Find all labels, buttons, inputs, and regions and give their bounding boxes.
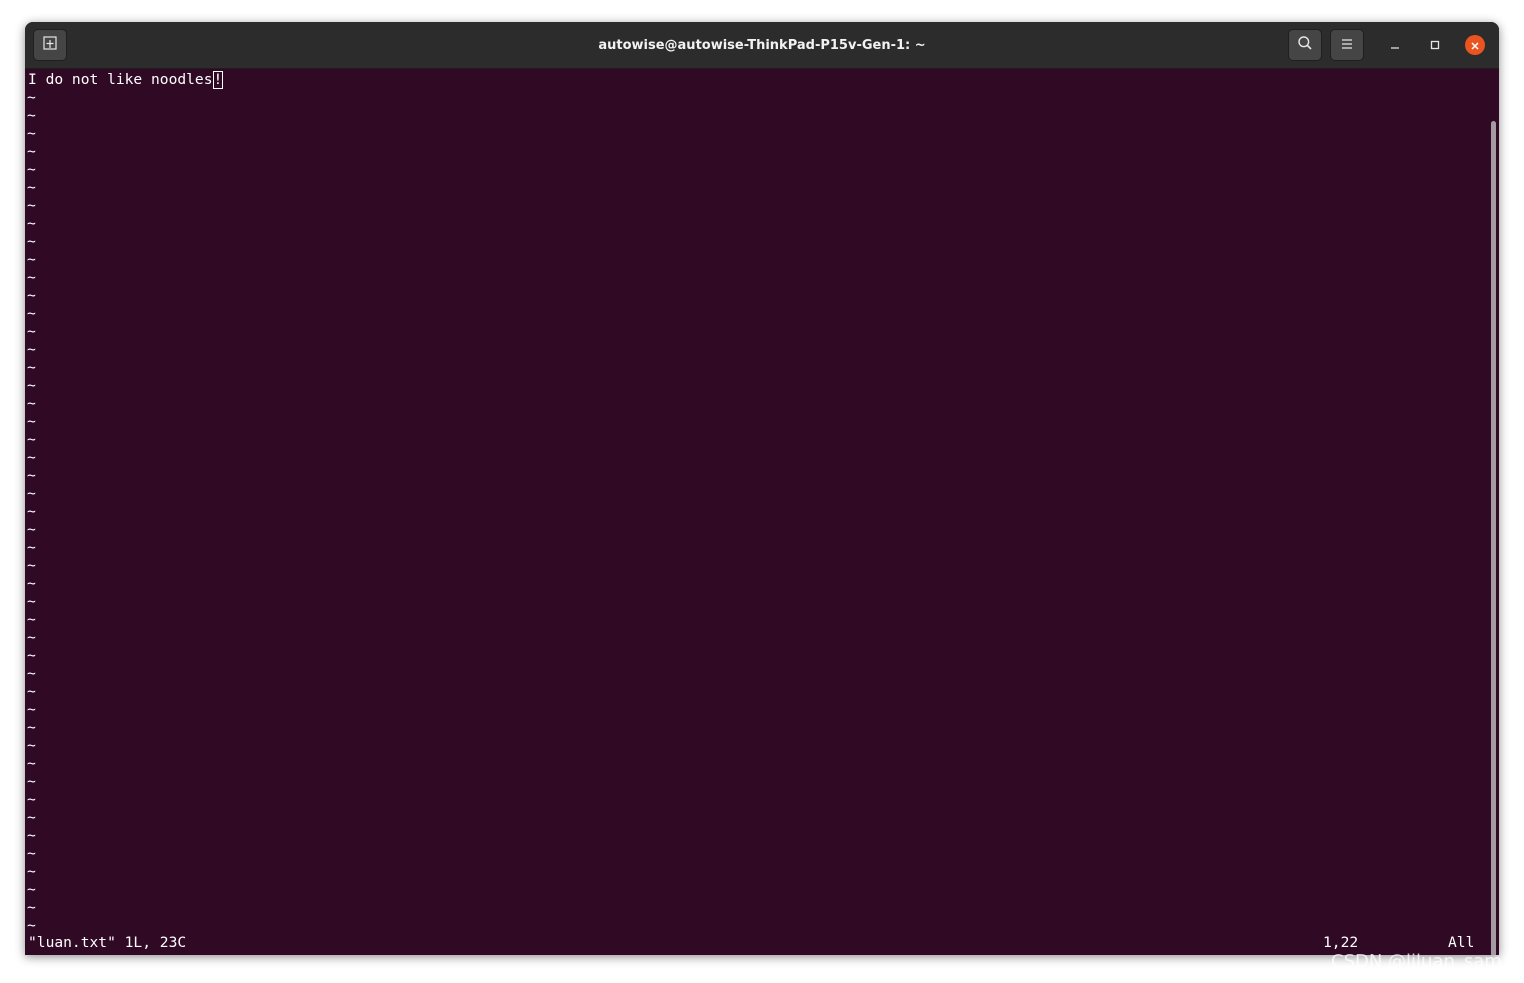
empty-line-marker: ~: [27, 215, 36, 232]
empty-line-marker: ~: [27, 431, 36, 448]
minimize-icon: [1389, 36, 1401, 55]
text-cursor: !: [212, 71, 224, 89]
empty-line-marker: ~: [27, 179, 36, 196]
terminal-window: autowise@autowise-ThinkPad-P15v-Gen-1: ~: [25, 22, 1499, 955]
empty-line-marker: ~: [27, 701, 36, 718]
empty-line-marker: ~: [27, 683, 36, 700]
empty-line-marker: ~: [27, 161, 36, 178]
empty-line-marker: ~: [27, 413, 36, 430]
search-icon: [1297, 35, 1313, 55]
empty-line-marker: ~: [27, 773, 36, 790]
editor-line-text: I do not like noodles: [28, 71, 213, 88]
empty-line-marker: ~: [27, 449, 36, 466]
empty-line-marker: ~: [27, 863, 36, 880]
empty-line-marker: ~: [27, 377, 36, 394]
empty-line-marker: ~: [27, 845, 36, 862]
maximize-icon: [1429, 36, 1441, 55]
empty-line-marker: ~: [27, 539, 36, 556]
close-button[interactable]: [1465, 35, 1485, 55]
empty-line-marker: ~: [27, 287, 36, 304]
title-bar[interactable]: autowise@autowise-ThinkPad-P15v-Gen-1: ~: [25, 22, 1499, 69]
status-cursor-position: 1,22: [1323, 934, 1359, 951]
hamburger-menu-icon: [1340, 36, 1354, 55]
scrollbar[interactable]: [1491, 121, 1496, 955]
empty-line-marker: ~: [27, 827, 36, 844]
empty-line-marker: ~: [27, 593, 36, 610]
empty-line-marker: ~: [27, 395, 36, 412]
window-title: autowise@autowise-ThinkPad-P15v-Gen-1: ~: [598, 38, 926, 53]
menu-button[interactable]: [1330, 29, 1364, 61]
empty-line-marker: ~: [27, 557, 36, 574]
empty-line-marker: ~: [27, 107, 36, 124]
minimize-button[interactable]: [1385, 35, 1405, 55]
watermark: CSDN @liluan_sam: [1331, 951, 1502, 972]
empty-line-marker: ~: [27, 323, 36, 340]
empty-line-marker: ~: [27, 467, 36, 484]
empty-line-marker: ~: [27, 233, 36, 250]
empty-line-marker: ~: [27, 503, 36, 520]
empty-line-marker: ~: [27, 269, 36, 286]
empty-line-marker: ~: [27, 143, 36, 160]
status-file-info: "luan.txt" 1L, 23C: [28, 934, 187, 951]
status-scroll-position: All: [1448, 934, 1475, 951]
empty-line-marker: ~: [27, 359, 36, 376]
empty-line-marker: ~: [27, 89, 36, 106]
empty-line-marker: ~: [27, 899, 36, 916]
empty-line-marker: ~: [27, 575, 36, 592]
search-button[interactable]: [1288, 29, 1322, 61]
close-icon: [1470, 36, 1480, 55]
empty-line-marker: ~: [27, 125, 36, 142]
empty-line-marker: ~: [27, 629, 36, 646]
empty-line-marker: ~: [27, 305, 36, 322]
empty-line-marker: ~: [27, 647, 36, 664]
empty-line-marker: ~: [27, 755, 36, 772]
empty-line-marker: ~: [27, 665, 36, 682]
empty-line-marker: ~: [27, 197, 36, 214]
editor-line-1: I do not like noodles!: [28, 71, 224, 89]
empty-line-marker: ~: [27, 791, 36, 808]
empty-line-marker: ~: [27, 737, 36, 754]
empty-line-marker: ~: [27, 881, 36, 898]
empty-line-marker: ~: [27, 917, 36, 934]
empty-line-marker: ~: [27, 251, 36, 268]
empty-line-marker: ~: [27, 719, 36, 736]
empty-line-marker: ~: [27, 341, 36, 358]
empty-line-marker: ~: [27, 521, 36, 538]
empty-line-marker: ~: [27, 809, 36, 826]
maximize-button[interactable]: [1425, 35, 1445, 55]
empty-line-marker: ~: [27, 611, 36, 628]
empty-line-marker: ~: [27, 485, 36, 502]
terminal-content[interactable]: I do not like noodles! ~ ~ ~ ~ ~ ~ ~ ~ ~ ~ ~ ~ ~ ~ ~ ~ ~…: [25, 69, 1499, 955]
